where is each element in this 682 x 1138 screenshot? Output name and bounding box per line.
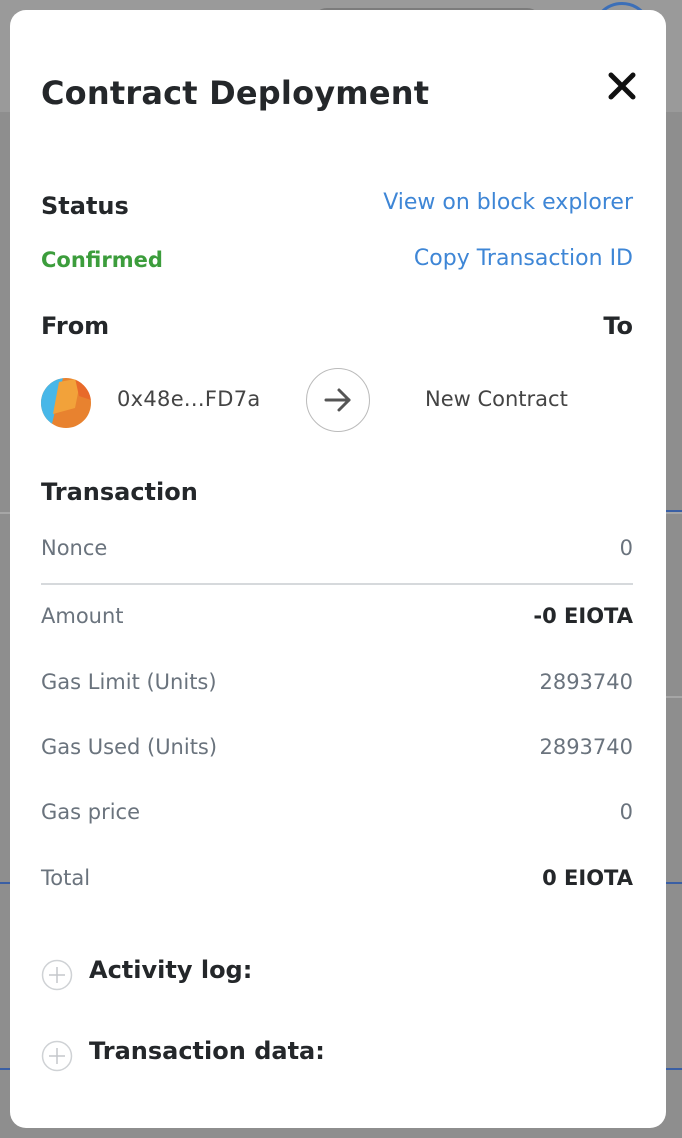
transaction-data-label: Transaction data:: [89, 1037, 325, 1065]
total-value: 0 EIOTA: [542, 866, 633, 890]
amount-label: Amount: [41, 604, 124, 628]
background-divider: [666, 512, 682, 514]
nonce-label: Nonce: [41, 536, 108, 560]
view-on-block-explorer-link[interactable]: View on block explorer: [383, 190, 633, 215]
gas-limit-label: Gas Limit (Units): [41, 670, 217, 694]
plus-circle-icon: [41, 1040, 73, 1072]
plus-circle-icon: [41, 959, 73, 991]
to-address: New Contract: [425, 387, 568, 411]
transaction-heading: Transaction: [41, 478, 198, 506]
activity-log-label: Activity log:: [89, 956, 253, 984]
arrow-right-icon: [324, 388, 351, 412]
total-label: Total: [41, 866, 91, 890]
gas-limit-value: 2893740: [539, 670, 633, 694]
transaction-data-toggle[interactable]: Transaction data:: [41, 1037, 441, 1073]
transaction-details-modal: Contract Deployment Status View on block…: [10, 10, 666, 1128]
from-account-avatar: [41, 378, 91, 428]
background-accent-line: [666, 882, 682, 884]
activity-log-toggle[interactable]: Activity log:: [41, 956, 441, 992]
background-divider: [666, 696, 682, 698]
gas-price-label: Gas price: [41, 800, 141, 824]
status-label: Status: [41, 192, 129, 220]
to-label: To: [603, 312, 633, 340]
gas-used-label: Gas Used (Units): [41, 735, 218, 759]
from-label: From: [41, 312, 110, 340]
background-accent-line: [0, 1068, 10, 1070]
background-divider: [0, 512, 10, 514]
status-badge: Confirmed: [41, 248, 163, 272]
from-address[interactable]: 0x48e...FD7a: [117, 387, 261, 411]
nonce-value: 0: [619, 536, 633, 560]
gas-price-value: 0: [619, 800, 633, 824]
divider: [41, 583, 633, 585]
close-icon: [608, 72, 636, 100]
amount-value: -0 EIOTA: [533, 604, 633, 628]
background-accent-line: [666, 1068, 682, 1070]
direction-arrow: [306, 368, 370, 432]
background-accent-line: [0, 882, 10, 884]
background-accent-line: [666, 510, 682, 512]
modal-title: Contract Deployment: [41, 74, 430, 112]
gas-used-value: 2893740: [539, 735, 633, 759]
copy-transaction-id-link[interactable]: Copy Transaction ID: [414, 246, 633, 271]
close-button[interactable]: [602, 66, 642, 106]
